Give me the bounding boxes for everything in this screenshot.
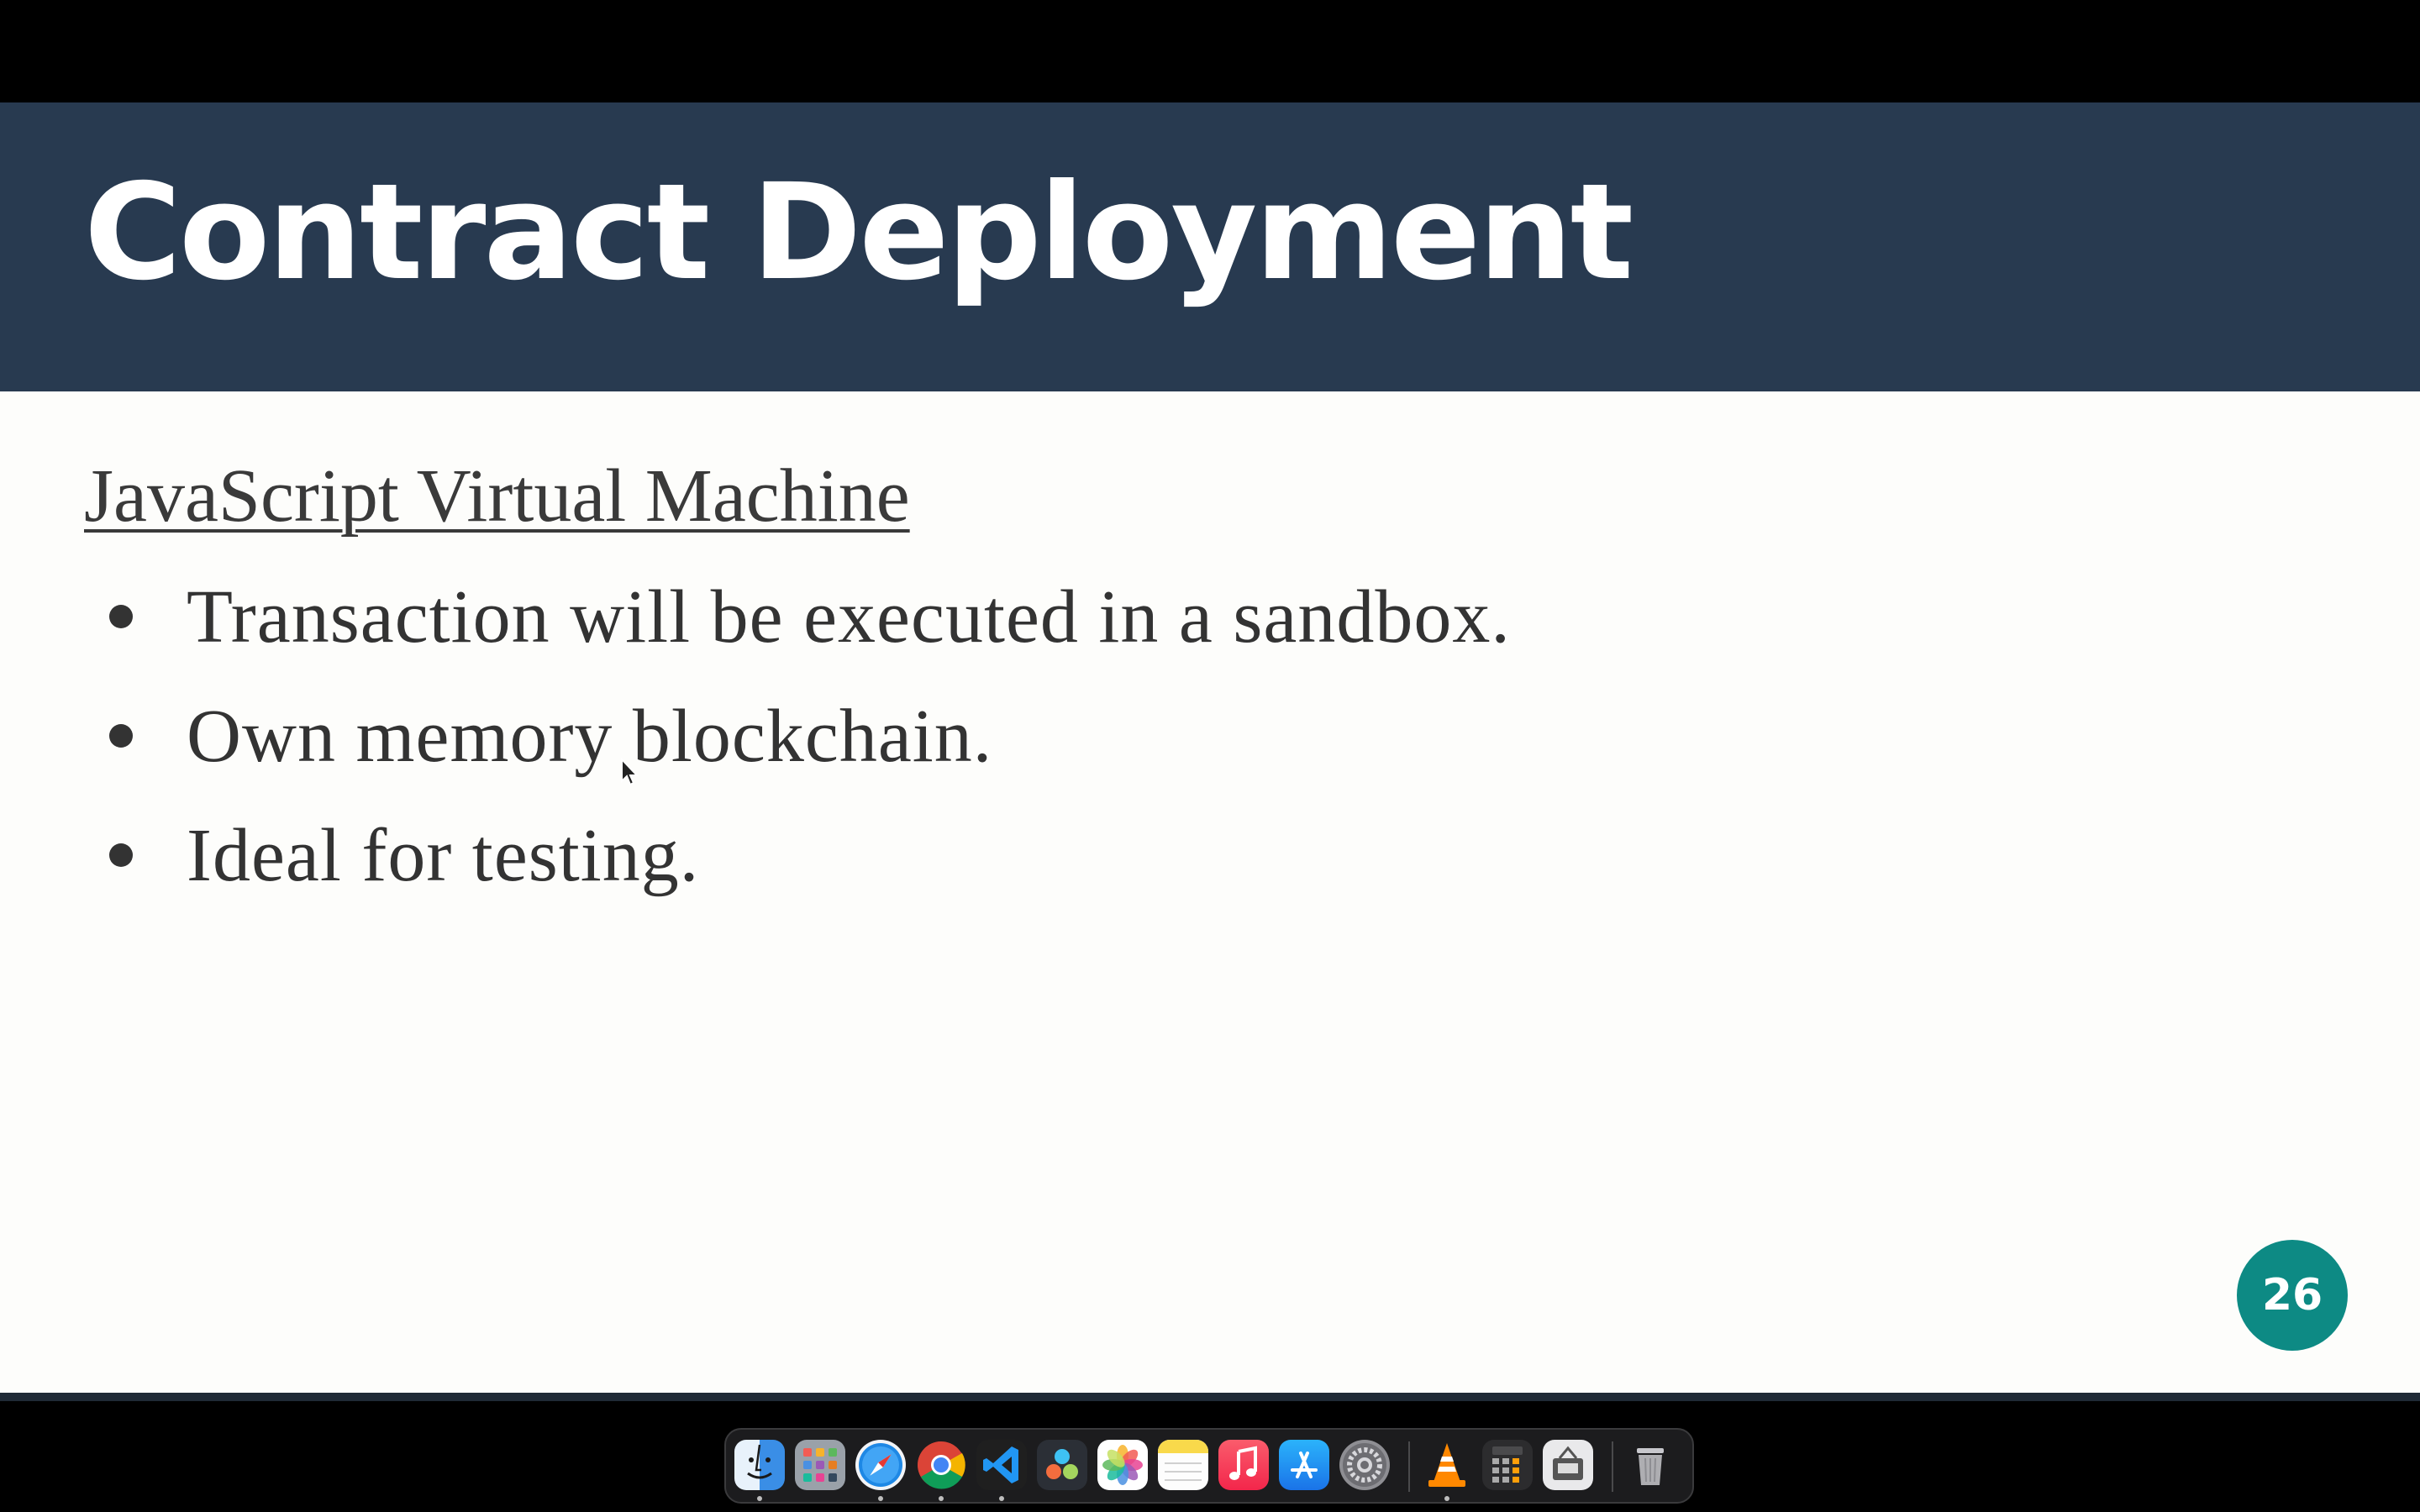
notes-icon[interactable] (1158, 1440, 1208, 1490)
macos-dock (724, 1428, 1694, 1504)
calculator-icon[interactable] (1482, 1440, 1533, 1490)
running-indicator (878, 1496, 883, 1501)
bullet-dot-icon (109, 843, 133, 867)
running-indicator (1444, 1496, 1449, 1501)
page-number-badge: 26 (2237, 1240, 2348, 1351)
running-indicator (999, 1496, 1004, 1501)
trash-icon[interactable] (1625, 1440, 1676, 1490)
slide-title: Contract Deployment (84, 155, 1634, 310)
chrome-icon[interactable] (916, 1440, 966, 1490)
slide-subheading: JavaScript Virtual Machine (84, 454, 910, 538)
bullet-text: Ideal for testing. (187, 814, 700, 897)
mouse-pointer-icon (621, 758, 639, 786)
presentation-slide: Contract Deployment JavaScript Virtual M… (0, 102, 2420, 1401)
launchpad-icon[interactable] (795, 1440, 845, 1490)
davinci-resolve-icon[interactable] (1037, 1440, 1087, 1490)
bullet-dot-icon (109, 605, 133, 628)
app-store-icon[interactable] (1279, 1440, 1329, 1490)
vscode-icon[interactable] (976, 1440, 1027, 1490)
photos-icon[interactable] (1097, 1440, 1148, 1490)
bullet-text: Own memory blockchain. (187, 695, 993, 778)
letterbox-top (0, 0, 2420, 102)
title-bar: Contract Deployment (0, 102, 2420, 391)
running-indicator (757, 1496, 762, 1501)
bullet-dot-icon (109, 724, 133, 748)
dock-separator (1408, 1441, 1410, 1492)
running-indicator (939, 1496, 944, 1501)
finder-icon[interactable] (734, 1440, 785, 1490)
dock-separator (1612, 1441, 1613, 1492)
vlc-icon[interactable] (1422, 1440, 1472, 1490)
app-icon[interactable] (1543, 1440, 1593, 1490)
system-settings-icon[interactable] (1339, 1440, 1390, 1490)
bullet-text: Transaction will be executed in a sandbo… (187, 575, 1511, 659)
safari-icon[interactable] (855, 1440, 906, 1490)
music-icon[interactable] (1218, 1440, 1269, 1490)
